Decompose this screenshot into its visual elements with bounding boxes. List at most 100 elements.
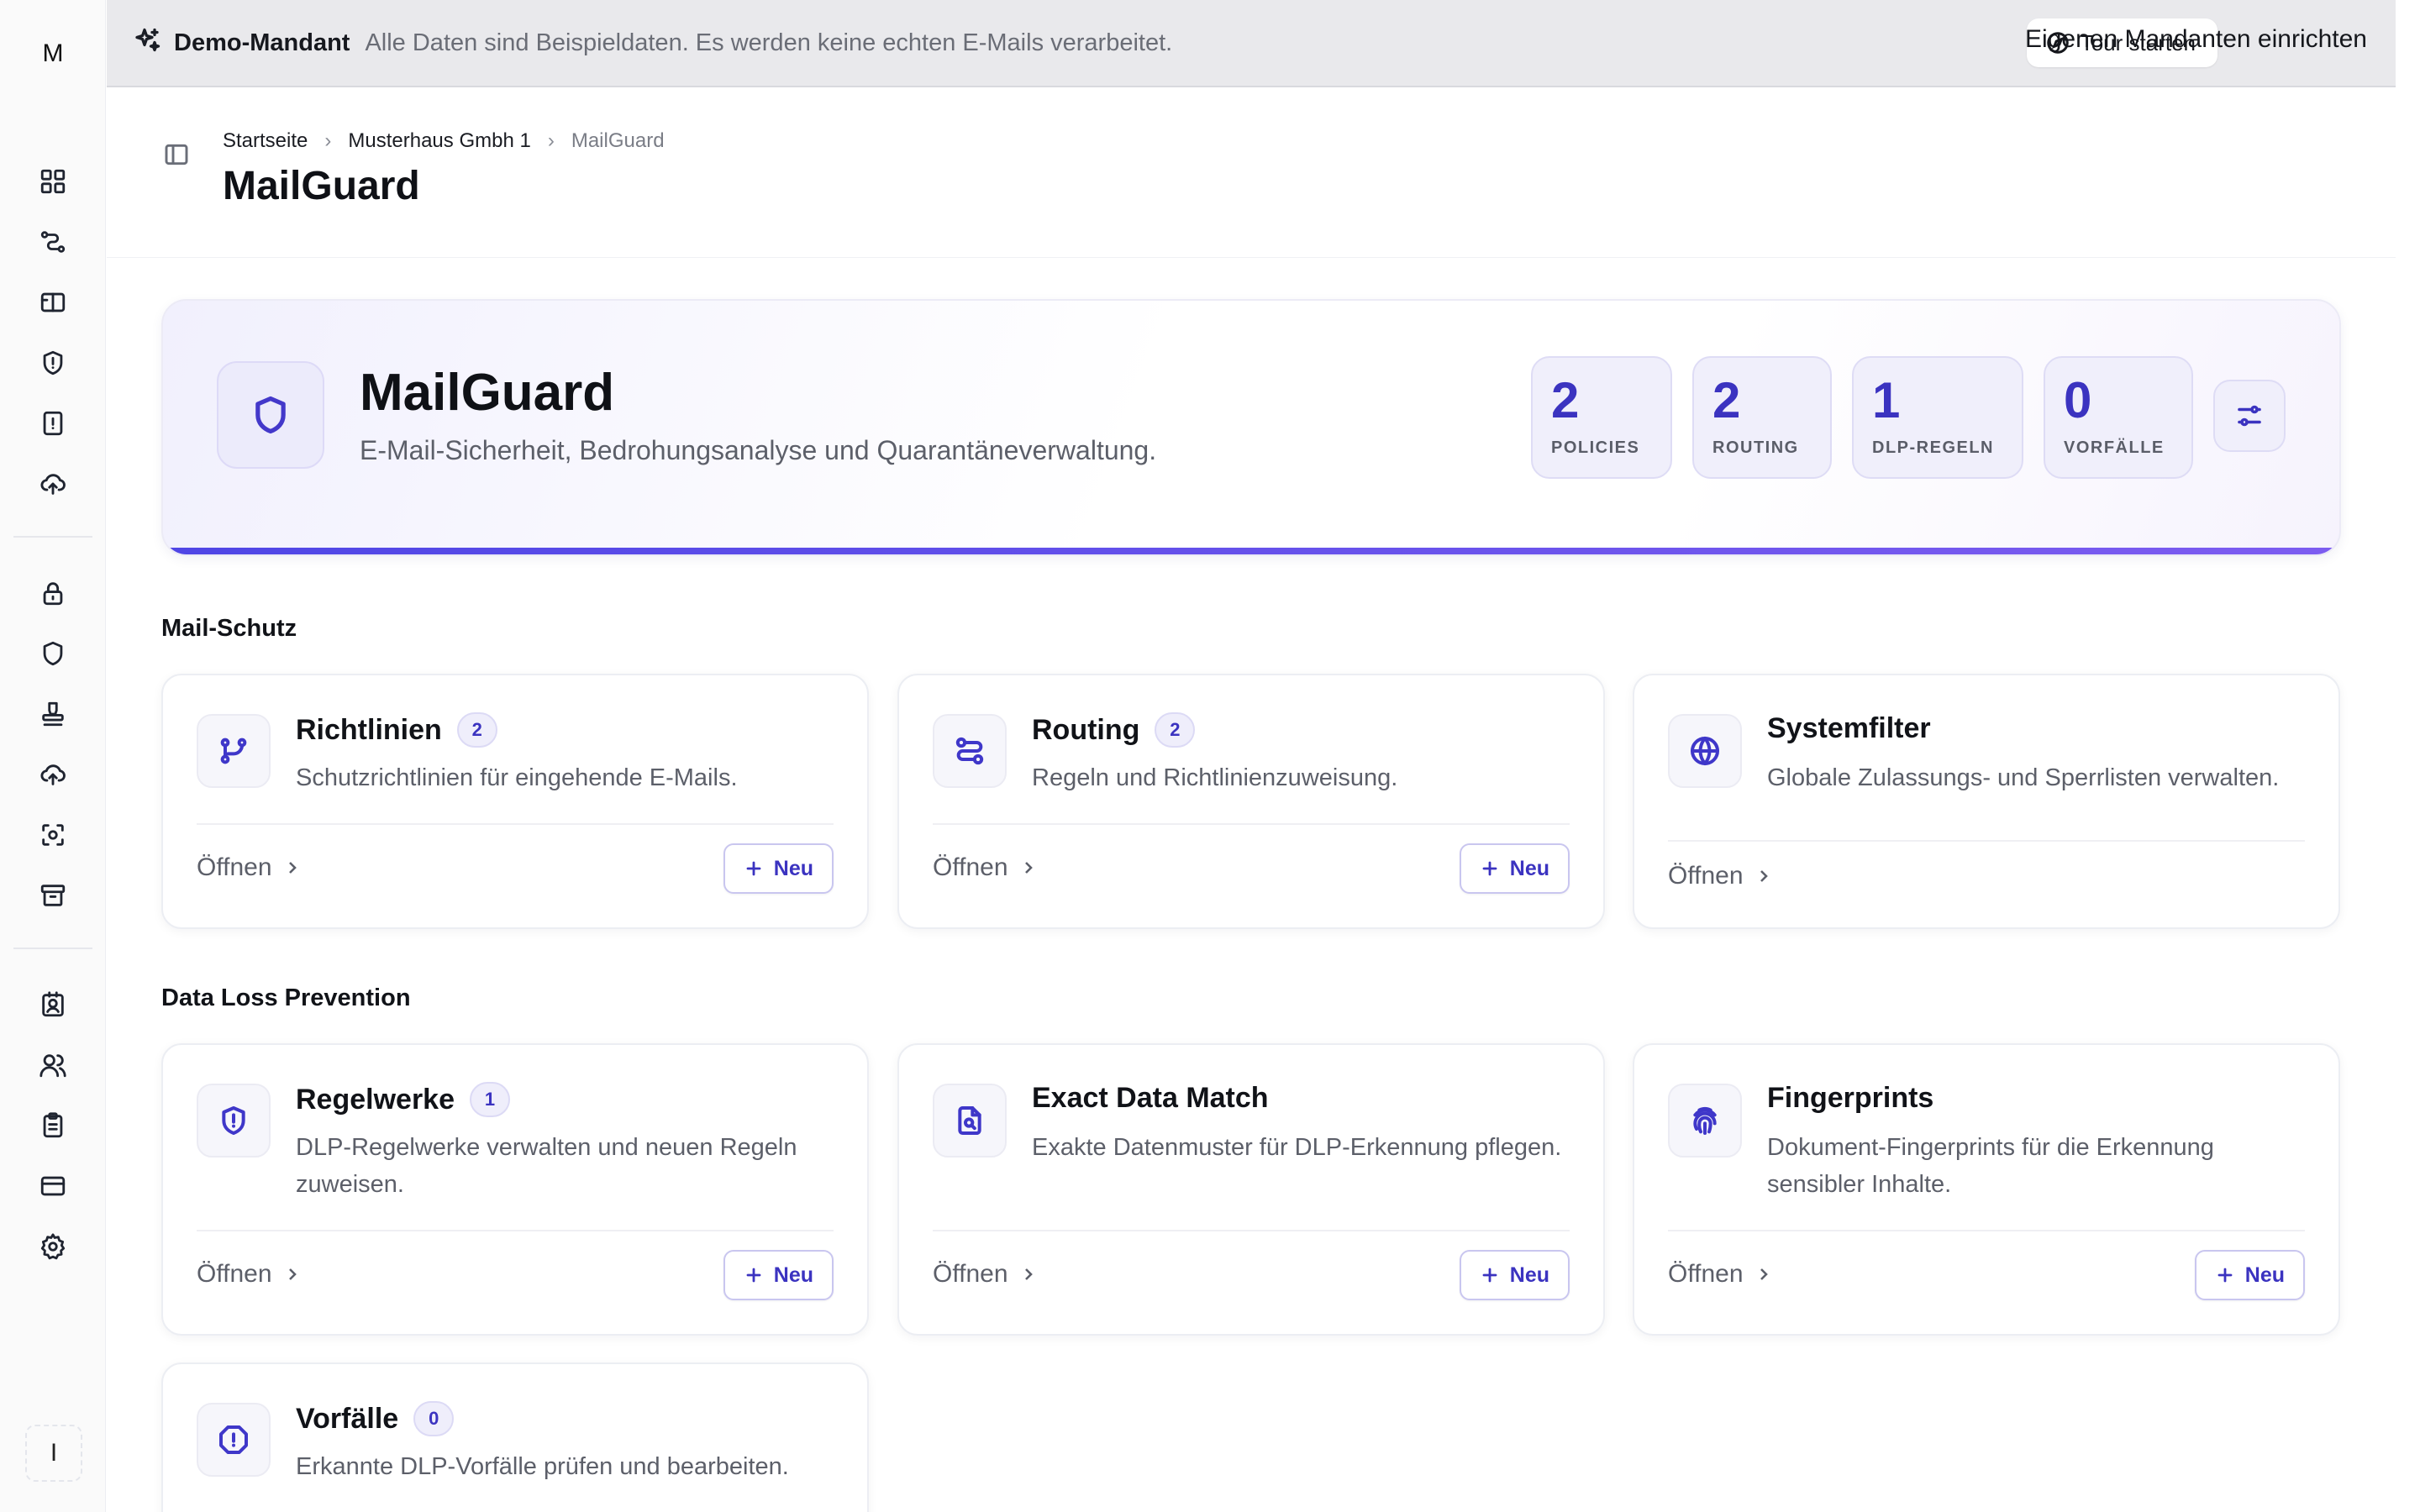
card-regelwerke[interactable]: Regelwerke 1 DLP-Regelwerke verwalten un… (161, 1043, 869, 1336)
report-alert-icon[interactable] (33, 403, 73, 444)
card-description: Globale Zulassungs- und Sperrlisten verw… (1767, 764, 2280, 791)
card-description: Regeln und Richtlinienzuweisung. (1032, 764, 1398, 791)
new-button-label: Neu (1509, 1263, 1549, 1287)
stat-routing[interactable]: 2 ROUTING (1692, 356, 1832, 479)
scrollbar-gutter (2396, 0, 2420, 1512)
tenant-logo[interactable]: M (29, 30, 76, 77)
open-link-label: Öffnen (1668, 862, 1744, 890)
stat-dlp-rules[interactable]: 1 DLP-REGELN (1852, 356, 2023, 479)
open-link[interactable]: Öffnen (933, 1260, 1039, 1289)
shield-icon[interactable] (33, 633, 73, 674)
stat-value: 2 (1551, 372, 1580, 428)
workflow-icon[interactable] (33, 222, 73, 262)
new-button[interactable]: Neu (723, 1250, 834, 1300)
plus-icon (1482, 1268, 1497, 1283)
shield-icon (217, 361, 324, 469)
open-link[interactable]: Öffnen (197, 1260, 302, 1289)
ticket-icon[interactable] (33, 282, 73, 323)
count-badge: 1 (470, 1082, 510, 1117)
stat-policies[interactable]: 2 POLICIES (1531, 356, 1672, 479)
card-divider (197, 1230, 834, 1231)
chevron-right-icon (1024, 862, 1033, 874)
chevron-right-icon (1760, 1268, 1768, 1280)
card-description: Erkannte DLP-Vorfälle prüfen und bearbei… (296, 1453, 789, 1480)
card-description: Exakte Datenmuster für DLP-Erkennung pfl… (1032, 1134, 1562, 1161)
stat-label: VORFÄLLE (2064, 438, 2165, 457)
plus-icon (1482, 861, 1497, 876)
module-settings-button[interactable] (2213, 380, 2286, 452)
stamp-icon[interactable] (33, 694, 73, 734)
credit-card-icon[interactable] (33, 1166, 73, 1206)
contact-icon[interactable] (33, 984, 73, 1025)
card-divider (197, 823, 834, 825)
new-button[interactable]: Neu (1459, 1250, 1570, 1300)
page-title: MailGuard (223, 164, 420, 208)
cloud-upload-icon[interactable] (33, 754, 73, 795)
own-tenant-link[interactable]: Eigenen Mandanten einrichten (2025, 25, 2367, 54)
user-avatar[interactable]: I (25, 1425, 82, 1482)
breadcrumb-home[interactable]: Startseite (223, 129, 308, 153)
file-search-icon (933, 1084, 1007, 1158)
card-title: Regelwerke (296, 1083, 455, 1116)
new-button[interactable]: Neu (2194, 1250, 2305, 1300)
card-title: Vorfälle (296, 1402, 399, 1435)
users-icon[interactable] (33, 1045, 73, 1085)
plus-icon (2217, 1268, 2233, 1283)
chevron-right-icon: › (324, 129, 332, 152)
settings-icon[interactable] (33, 1226, 73, 1267)
sidebar-toggle-icon[interactable] (163, 141, 193, 171)
dashboard-icon[interactable] (33, 161, 73, 202)
demo-banner: Demo-Mandant Alle Daten sind Beispieldat… (107, 0, 2396, 87)
chevron-right-icon: › (547, 129, 555, 152)
demo-tenant-label: Demo-Mandant (174, 29, 350, 56)
card-systemfilter[interactable]: Systemfilter Globale Zulassungs- und Spe… (1633, 674, 2340, 929)
card-title: Exact Data Match (1032, 1082, 1269, 1114)
open-link[interactable]: Öffnen (1668, 862, 1774, 890)
sparkles-icon (132, 26, 162, 60)
new-button-label: Neu (1509, 856, 1549, 880)
scan-icon[interactable] (33, 815, 73, 855)
card-description: DLP-Regelwerke verwalten und neuen Regel… (296, 1134, 797, 1198)
open-link-label: Öffnen (1668, 1260, 1744, 1288)
card-description: Dokument-Fingerprints für die Erkennung … (1767, 1134, 2214, 1198)
section-title-dlp: Data Loss Prevention (161, 984, 411, 1011)
card-title: Systemfilter (1767, 712, 1931, 744)
card-exact-data-match[interactable]: Exact Data Match Exakte Datenmuster für … (897, 1043, 1605, 1336)
card-fingerprints[interactable]: Fingerprints Dokument-Fingerprints für d… (1633, 1043, 2340, 1336)
card-description: Schutzrichtlinien für eingehende E-Mails… (296, 764, 738, 791)
stat-label: DLP-REGELN (1872, 438, 1994, 457)
open-link-label: Öffnen (197, 1260, 272, 1288)
card-divider (933, 823, 1570, 825)
hero-title: MailGuard (360, 364, 615, 422)
clipboard-icon[interactable] (33, 1105, 73, 1146)
card-routing[interactable]: Routing 2 Regeln und Richtlinienzuweisun… (897, 674, 1605, 929)
globe-icon (1668, 714, 1742, 788)
new-button[interactable]: Neu (1459, 843, 1570, 894)
hero-subtitle: E-Mail-Sicherheit, Bedrohungsanalyse und… (360, 435, 1157, 465)
stat-incidents[interactable]: 0 VORFÄLLE (2044, 356, 2193, 479)
cloud-upload-icon[interactable] (33, 464, 73, 504)
new-button[interactable]: Neu (723, 843, 834, 894)
fingerprint-icon (1668, 1084, 1742, 1158)
stat-label: ROUTING (1712, 438, 1799, 457)
chevron-right-icon (1760, 870, 1768, 882)
alert-octagon-icon (197, 1403, 271, 1477)
archive-icon[interactable] (33, 875, 73, 916)
shield-alert-icon[interactable] (33, 343, 73, 383)
open-link[interactable]: Öffnen (197, 853, 302, 882)
open-link-label: Öffnen (933, 1260, 1008, 1288)
card-richtlinien[interactable]: Richtlinien 2 Schutzrichtlinien für eing… (161, 674, 869, 929)
lock-icon[interactable] (33, 573, 73, 613)
demo-notice: Alle Daten sind Beispieldaten. Es werden… (365, 29, 1173, 56)
card-vorfaelle[interactable]: Vorfälle 0 Erkannte DLP-Vorfälle prüfen … (161, 1362, 869, 1512)
stat-value: 1 (1872, 372, 1901, 428)
breadcrumb-tenant[interactable]: Musterhaus Gmbh 1 (348, 129, 530, 153)
left-rail: M I (0, 0, 106, 1512)
new-button-label: Neu (2244, 1263, 2285, 1287)
plus-icon (746, 861, 761, 876)
stat-value: 2 (1712, 372, 1741, 428)
count-badge: 0 (413, 1401, 455, 1436)
git-branch-icon (197, 714, 271, 788)
open-link[interactable]: Öffnen (933, 853, 1039, 882)
open-link[interactable]: Öffnen (1668, 1260, 1774, 1289)
